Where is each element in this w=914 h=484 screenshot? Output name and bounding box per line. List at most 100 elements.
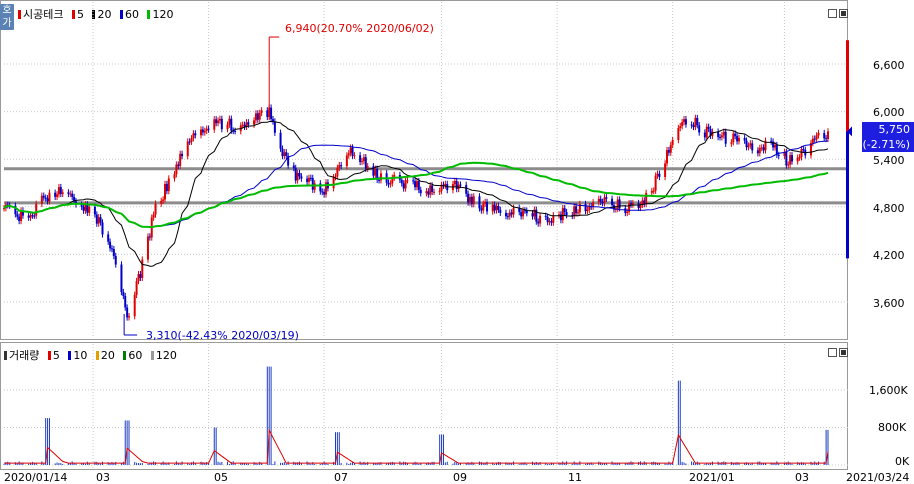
candle-body bbox=[114, 256, 117, 265]
candle-body bbox=[425, 191, 428, 194]
candle-body bbox=[696, 117, 699, 126]
candle-body bbox=[201, 129, 204, 133]
candle-body bbox=[42, 195, 45, 198]
candle-body bbox=[679, 126, 682, 129]
candle-body bbox=[139, 274, 142, 278]
candle-body bbox=[616, 199, 619, 209]
candle-body bbox=[730, 142, 733, 144]
candle-body bbox=[311, 177, 314, 190]
candle-body bbox=[323, 191, 326, 195]
candle-body bbox=[504, 212, 507, 217]
candle-body bbox=[340, 165, 343, 167]
candle-body bbox=[281, 148, 284, 157]
candle-body bbox=[592, 202, 595, 207]
candle-body bbox=[378, 179, 381, 181]
candle-body bbox=[112, 249, 115, 257]
candle-body bbox=[429, 185, 432, 195]
candle-body bbox=[791, 155, 794, 162]
candle-body bbox=[561, 208, 564, 221]
candle-body bbox=[44, 197, 47, 199]
candle-body bbox=[16, 214, 19, 217]
candle-body bbox=[537, 221, 540, 224]
candle-body bbox=[563, 208, 566, 213]
candle-body bbox=[122, 292, 125, 297]
candle-body bbox=[756, 150, 759, 154]
candle-body bbox=[495, 205, 498, 211]
candle-body bbox=[230, 118, 233, 131]
candle-body bbox=[453, 180, 456, 185]
candle-body bbox=[751, 143, 754, 151]
candle-body bbox=[745, 140, 748, 148]
candle-body bbox=[133, 294, 136, 317]
candle-body bbox=[294, 167, 297, 181]
candle-body bbox=[175, 164, 178, 175]
candle-body bbox=[455, 180, 458, 190]
candle-body bbox=[46, 198, 49, 202]
candle-body bbox=[218, 118, 221, 121]
candle-body bbox=[611, 198, 614, 206]
candle-body bbox=[254, 113, 257, 121]
candle-body bbox=[626, 211, 629, 213]
candle-body bbox=[683, 119, 686, 123]
candle-body bbox=[802, 149, 805, 151]
candle-body bbox=[431, 185, 434, 192]
candle-body bbox=[402, 183, 405, 189]
candle-body bbox=[148, 236, 151, 238]
candle-body bbox=[247, 122, 250, 125]
candle-body bbox=[67, 192, 70, 194]
candle-body bbox=[84, 204, 87, 211]
candle-body bbox=[732, 133, 735, 143]
candle-body bbox=[480, 208, 483, 211]
candle-body bbox=[720, 135, 723, 138]
candle-body bbox=[698, 125, 701, 133]
candle-body bbox=[226, 124, 229, 130]
candle-body bbox=[787, 164, 790, 166]
candle-body bbox=[99, 217, 102, 223]
candle-body bbox=[338, 165, 341, 168]
candle-body bbox=[35, 203, 38, 216]
candle-body bbox=[414, 181, 417, 188]
candle-body bbox=[493, 204, 496, 211]
candle-body bbox=[241, 124, 244, 126]
candle-body bbox=[703, 132, 706, 138]
candle-body bbox=[258, 112, 261, 120]
candle-body bbox=[470, 196, 473, 205]
candle-body bbox=[359, 155, 362, 162]
candle-body bbox=[522, 210, 525, 217]
candle-body bbox=[654, 175, 657, 191]
candle-body bbox=[93, 206, 96, 215]
stock-chart-window: 호가 시공테크 5 20 60 120 거래량 5 10 20 60 120 6… bbox=[0, 0, 914, 484]
candle-body bbox=[762, 147, 765, 151]
candle-body bbox=[374, 168, 377, 176]
candle-body bbox=[737, 137, 740, 142]
candle-body bbox=[351, 147, 354, 156]
candle-body bbox=[669, 144, 672, 153]
candle-body bbox=[306, 178, 309, 182]
candle-body bbox=[279, 132, 282, 149]
candle-body bbox=[605, 197, 608, 199]
candle-body bbox=[48, 192, 51, 202]
candle-body bbox=[677, 128, 680, 141]
candle-body bbox=[307, 177, 310, 182]
candle-body bbox=[825, 138, 828, 140]
candle-body bbox=[692, 125, 695, 127]
candle-body bbox=[743, 137, 746, 141]
ma120-line bbox=[3, 161, 829, 229]
candle-body bbox=[228, 118, 231, 125]
candle-body bbox=[624, 208, 627, 213]
candle-body bbox=[253, 120, 256, 125]
candle-body bbox=[165, 184, 168, 192]
candle-body bbox=[499, 209, 502, 213]
candle-body bbox=[724, 131, 727, 144]
candle-body bbox=[419, 189, 422, 194]
candle-body bbox=[665, 150, 668, 164]
candle-body bbox=[815, 135, 818, 140]
candle-body bbox=[777, 154, 780, 157]
candle-body bbox=[652, 190, 655, 192]
candle-body bbox=[575, 206, 578, 214]
candle-body bbox=[406, 180, 409, 182]
candle-body bbox=[468, 196, 471, 203]
candle-body bbox=[285, 152, 288, 156]
candle-body bbox=[789, 155, 792, 165]
candle-body bbox=[800, 149, 803, 158]
